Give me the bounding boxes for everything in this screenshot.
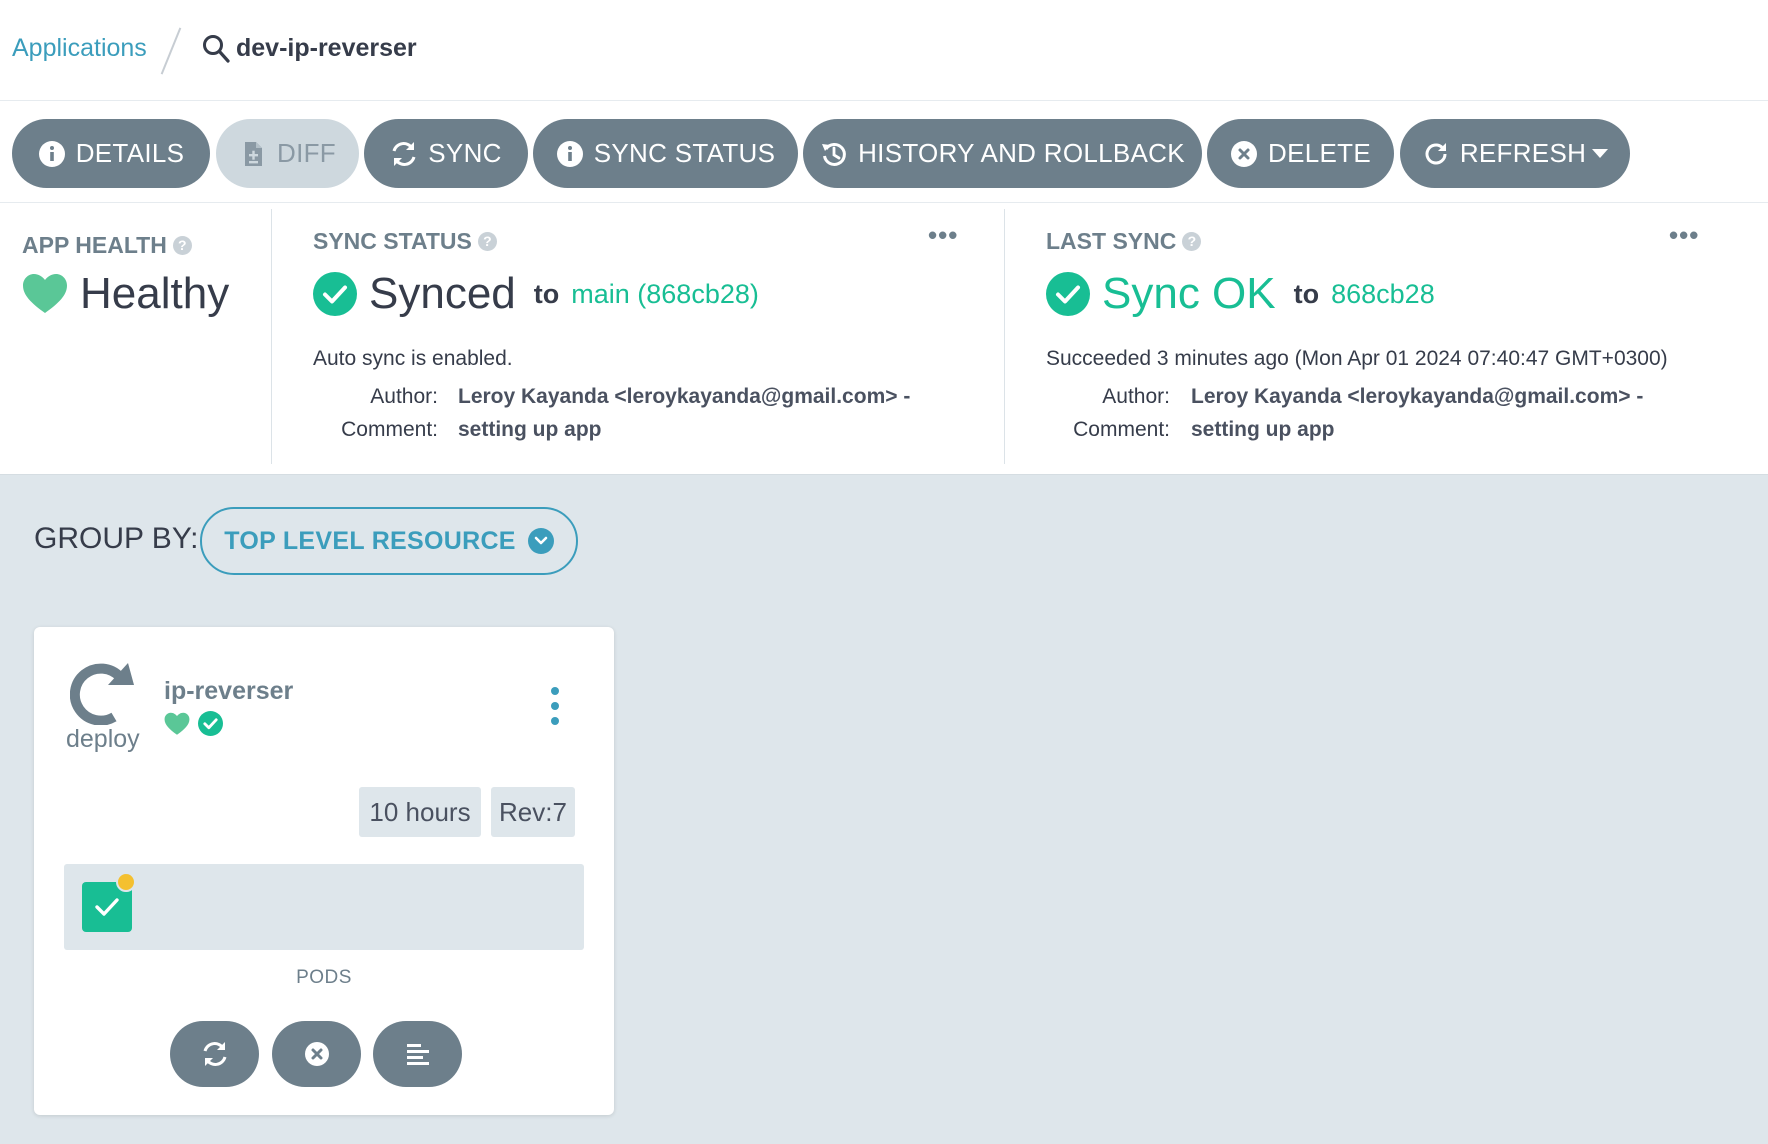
close-circle-icon — [304, 1042, 329, 1066]
refresh-button-label: REFRESH — [1459, 138, 1587, 168]
group-by-dropdown[interactable]: TOP LEVEL RESOURCE — [200, 507, 578, 575]
check-circle-icon — [1046, 272, 1090, 316]
sync-status-header: SYNC STATUS ? — [313, 228, 497, 255]
breadcrumb-applications-link[interactable]: Applications — [12, 34, 147, 63]
sync-icon — [392, 141, 416, 166]
help-icon[interactable]: ? — [1182, 232, 1202, 251]
sync-status-label: SYNC STATUS — [313, 228, 472, 254]
search-icon[interactable] — [202, 34, 230, 64]
app-health-value: Healthy — [80, 269, 230, 318]
last-sync-to-label: to — [1293, 278, 1320, 309]
sync-author-value: Leroy Kayanda <leroykayanda@gmail.com> - — [458, 385, 911, 408]
resource-sync-button[interactable] — [170, 1021, 259, 1087]
sync-status-value-row: Synced to main (868cb28) — [313, 269, 759, 319]
last-sync-header: LAST SYNC ? — [1046, 228, 1202, 255]
breadcrumb-separator — [160, 27, 182, 75]
group-by-label: GROUP BY: — [34, 522, 199, 555]
sync-status-button-label: SYNC STATUS — [593, 138, 776, 168]
sync-comment-value: setting up app — [458, 418, 602, 441]
app-health-header: APP HEALTH ? — [22, 232, 192, 259]
status-panel: APP HEALTH ? Healthy SYNC STATUS ? ••• S… — [0, 203, 1768, 475]
last-sync-result-text: Succeeded 3 minutes ago (Mon Apr 01 2024… — [1046, 347, 1668, 370]
heart-icon — [164, 712, 190, 735]
resource-delete-button[interactable] — [272, 1021, 361, 1087]
close-circle-icon — [1231, 140, 1258, 167]
last-sync-more-icon[interactable]: ••• — [1669, 222, 1699, 248]
chevron-down-icon — [527, 528, 554, 554]
diff-button[interactable]: DIFF — [216, 119, 359, 188]
toolbar: DETAILS DIFF SYNC SYNC STATUS HISTORY AN… — [0, 101, 1768, 203]
last-sync-author-value: Leroy Kayanda <leroykayanda@gmail.com> - — [1191, 385, 1644, 408]
file-diff-icon — [245, 141, 263, 166]
details-button-label: DETAILS — [75, 138, 185, 168]
auto-sync-text: Auto sync is enabled. — [313, 347, 513, 370]
resource-status-icons — [164, 711, 223, 736]
resource-name[interactable]: ip-reverser — [164, 677, 293, 706]
chevron-down-icon[interactable] — [1592, 149, 1609, 158]
check-icon — [95, 898, 119, 916]
pods-label: PODS — [296, 967, 352, 988]
pod-indicator-dot — [116, 872, 136, 892]
logs-icon — [406, 1044, 429, 1065]
sync-status-value: Synced — [369, 269, 516, 318]
app-health-status: Healthy — [22, 269, 229, 319]
resource-menu-icon[interactable] — [550, 687, 560, 725]
sync-button-label: SYNC — [428, 138, 502, 168]
breadcrumb-current-app[interactable]: dev-ip-reverser — [236, 34, 417, 63]
sync-author-key: Author: — [370, 385, 438, 408]
help-icon[interactable]: ? — [477, 232, 497, 251]
breadcrumb-bar: Applications dev-ip-reverser — [0, 0, 1768, 101]
help-icon[interactable]: ? — [172, 236, 192, 255]
info-icon — [556, 140, 583, 167]
history-and-rollback-button[interactable]: HISTORY AND ROLLBACK — [803, 119, 1202, 188]
last-sync-label: LAST SYNC — [1046, 228, 1177, 254]
pods-container — [64, 864, 584, 950]
sync-status-to-label: to — [533, 278, 560, 309]
group-by-value: TOP LEVEL RESOURCE — [224, 526, 516, 555]
last-sync-revision-link[interactable]: 868cb28 — [1331, 279, 1435, 310]
resource-card[interactable]: deploy ip-reverser 10 hours Rev:7 PODS — [34, 627, 614, 1115]
divider — [271, 209, 272, 464]
check-circle-icon — [313, 272, 357, 316]
sync-icon — [203, 1042, 226, 1066]
sync-button[interactable]: SYNC — [364, 119, 528, 188]
last-sync-comment-value: setting up app — [1191, 418, 1335, 441]
details-button[interactable]: DETAILS — [12, 119, 210, 188]
resource-revision-badge: Rev:7 — [491, 787, 575, 837]
sync-status-more-icon[interactable]: ••• — [928, 222, 958, 248]
last-sync-value-row: Sync OK to 868cb28 — [1046, 269, 1435, 319]
sync-comment-key: Comment: — [341, 418, 438, 441]
last-sync-comment-key: Comment: — [1073, 418, 1170, 441]
app-health-label: APP HEALTH — [22, 232, 167, 258]
info-icon — [38, 140, 65, 167]
deployment-icon — [70, 663, 134, 725]
refresh-icon — [1425, 142, 1447, 164]
delete-button[interactable]: DELETE — [1207, 119, 1394, 188]
refresh-button[interactable]: REFRESH — [1400, 119, 1630, 188]
diff-button-label: DIFF — [277, 138, 336, 168]
resource-age-badge: 10 hours — [359, 787, 481, 837]
history-button-label: HISTORY AND ROLLBACK — [858, 138, 1185, 168]
sync-status-revision-link[interactable]: main (868cb28) — [571, 279, 759, 310]
resource-kind: deploy — [66, 725, 140, 753]
resource-logs-button[interactable] — [373, 1021, 462, 1087]
last-sync-value: Sync OK — [1102, 269, 1276, 318]
divider — [1004, 209, 1005, 464]
heart-icon — [23, 274, 67, 313]
check-circle-icon — [198, 711, 223, 736]
last-sync-author-key: Author: — [1102, 385, 1170, 408]
sync-status-button[interactable]: SYNC STATUS — [533, 119, 798, 188]
history-icon — [822, 142, 846, 166]
delete-button-label: DELETE — [1268, 138, 1371, 168]
